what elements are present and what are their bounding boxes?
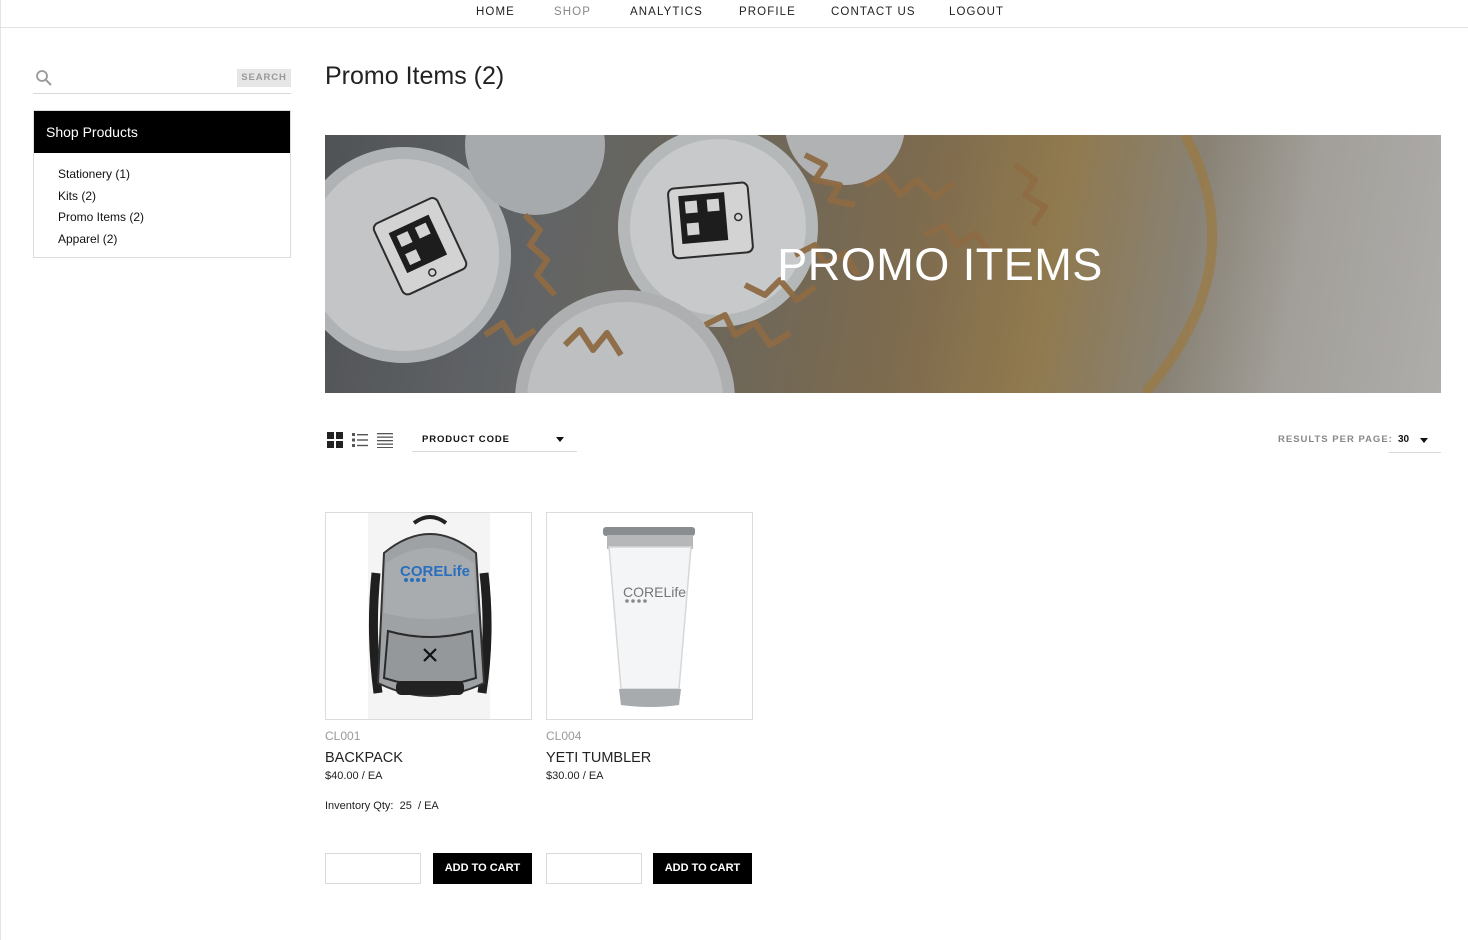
results-per-page-value: 30 bbox=[1398, 434, 1410, 445]
quantity-input[interactable] bbox=[546, 853, 642, 884]
sidebar-search: SEARCH bbox=[33, 65, 291, 94]
category-stationery[interactable]: Stationery (1) bbox=[58, 164, 290, 186]
shop-products-heading: Shop Products bbox=[34, 111, 290, 153]
sort-dropdown-value: PRODUCT CODE bbox=[422, 434, 510, 445]
tumbler-image: CORELife bbox=[603, 527, 695, 707]
nav-logout[interactable]: LOGOUT bbox=[949, 6, 1004, 18]
product-name[interactable]: BACKPACK bbox=[325, 750, 403, 766]
inventory-unit: / EA bbox=[417, 800, 439, 812]
results-per-page-label: RESULTS PER PAGE: bbox=[1278, 434, 1393, 445]
category-apparel[interactable]: Apparel (2) bbox=[58, 229, 290, 251]
banner-title: PROMO ITEMS bbox=[777, 239, 1103, 290]
chevron-down-icon bbox=[1420, 438, 1428, 443]
top-navigation: HOME SHOP ANALYTICS PROFILE CONTACT US L… bbox=[0, 0, 1468, 28]
product-price: $30.00 / EA bbox=[546, 770, 604, 782]
inventory-value: 25 bbox=[399, 800, 412, 812]
nav-analytics[interactable]: ANALYTICS bbox=[630, 6, 703, 18]
product-code: CL004 bbox=[546, 729, 582, 743]
category-banner: PROMO ITEMS bbox=[325, 135, 1441, 393]
search-button[interactable]: SEARCH bbox=[237, 69, 291, 87]
product-card: CORELife CL001 BACKPACK $40.00 / EA Inve… bbox=[325, 512, 533, 884]
grid-view-icon[interactable] bbox=[327, 432, 343, 448]
backpack-image: CORELife bbox=[368, 513, 492, 719]
product-price: $40.00 / EA bbox=[325, 770, 383, 782]
category-kits[interactable]: Kits (2) bbox=[58, 186, 290, 208]
product-image-backpack[interactable]: CORELife bbox=[325, 512, 532, 720]
list-view-icon[interactable] bbox=[352, 432, 368, 448]
inventory-label: Inventory Qty: bbox=[325, 800, 394, 812]
product-image-tumbler[interactable]: CORELife bbox=[546, 512, 753, 720]
sort-dropdown[interactable]: PRODUCT CODE bbox=[412, 426, 577, 452]
chevron-down-icon bbox=[556, 437, 564, 442]
inventory-quantity: Inventory Qty: 25 / EA bbox=[325, 800, 439, 812]
search-input[interactable] bbox=[59, 67, 259, 89]
results-per-page-dropdown[interactable]: 30 bbox=[1389, 426, 1441, 453]
nav-shop[interactable]: SHOP bbox=[554, 6, 591, 18]
nav-profile[interactable]: PROFILE bbox=[739, 6, 796, 18]
product-name[interactable]: YETI TUMBLER bbox=[546, 750, 651, 766]
nav-contact-us[interactable]: CONTACT US bbox=[831, 6, 916, 18]
shop-products-panel: Shop Products Stationery (1) Kits (2) Pr… bbox=[33, 110, 291, 258]
tumbler-logo-text: CORELife bbox=[623, 584, 686, 600]
search-icon bbox=[36, 70, 52, 86]
quantity-input[interactable] bbox=[325, 853, 421, 884]
product-code: CL001 bbox=[325, 729, 361, 743]
category-promo-items[interactable]: Promo Items (2) bbox=[58, 207, 290, 229]
page-title: Promo Items (2) bbox=[325, 62, 505, 90]
backpack-logo-text: CORELife bbox=[400, 563, 470, 580]
add-to-cart-button[interactable]: ADD TO CART bbox=[653, 853, 752, 884]
product-card: CORELife CL004 YETI TUMBLER $30.00 / EA … bbox=[546, 512, 754, 884]
nav-home[interactable]: HOME bbox=[476, 6, 515, 18]
category-list: Stationery (1) Kits (2) Promo Items (2) … bbox=[34, 153, 290, 250]
compact-list-icon[interactable] bbox=[377, 432, 393, 448]
add-to-cart-button[interactable]: ADD TO CART bbox=[433, 853, 532, 884]
